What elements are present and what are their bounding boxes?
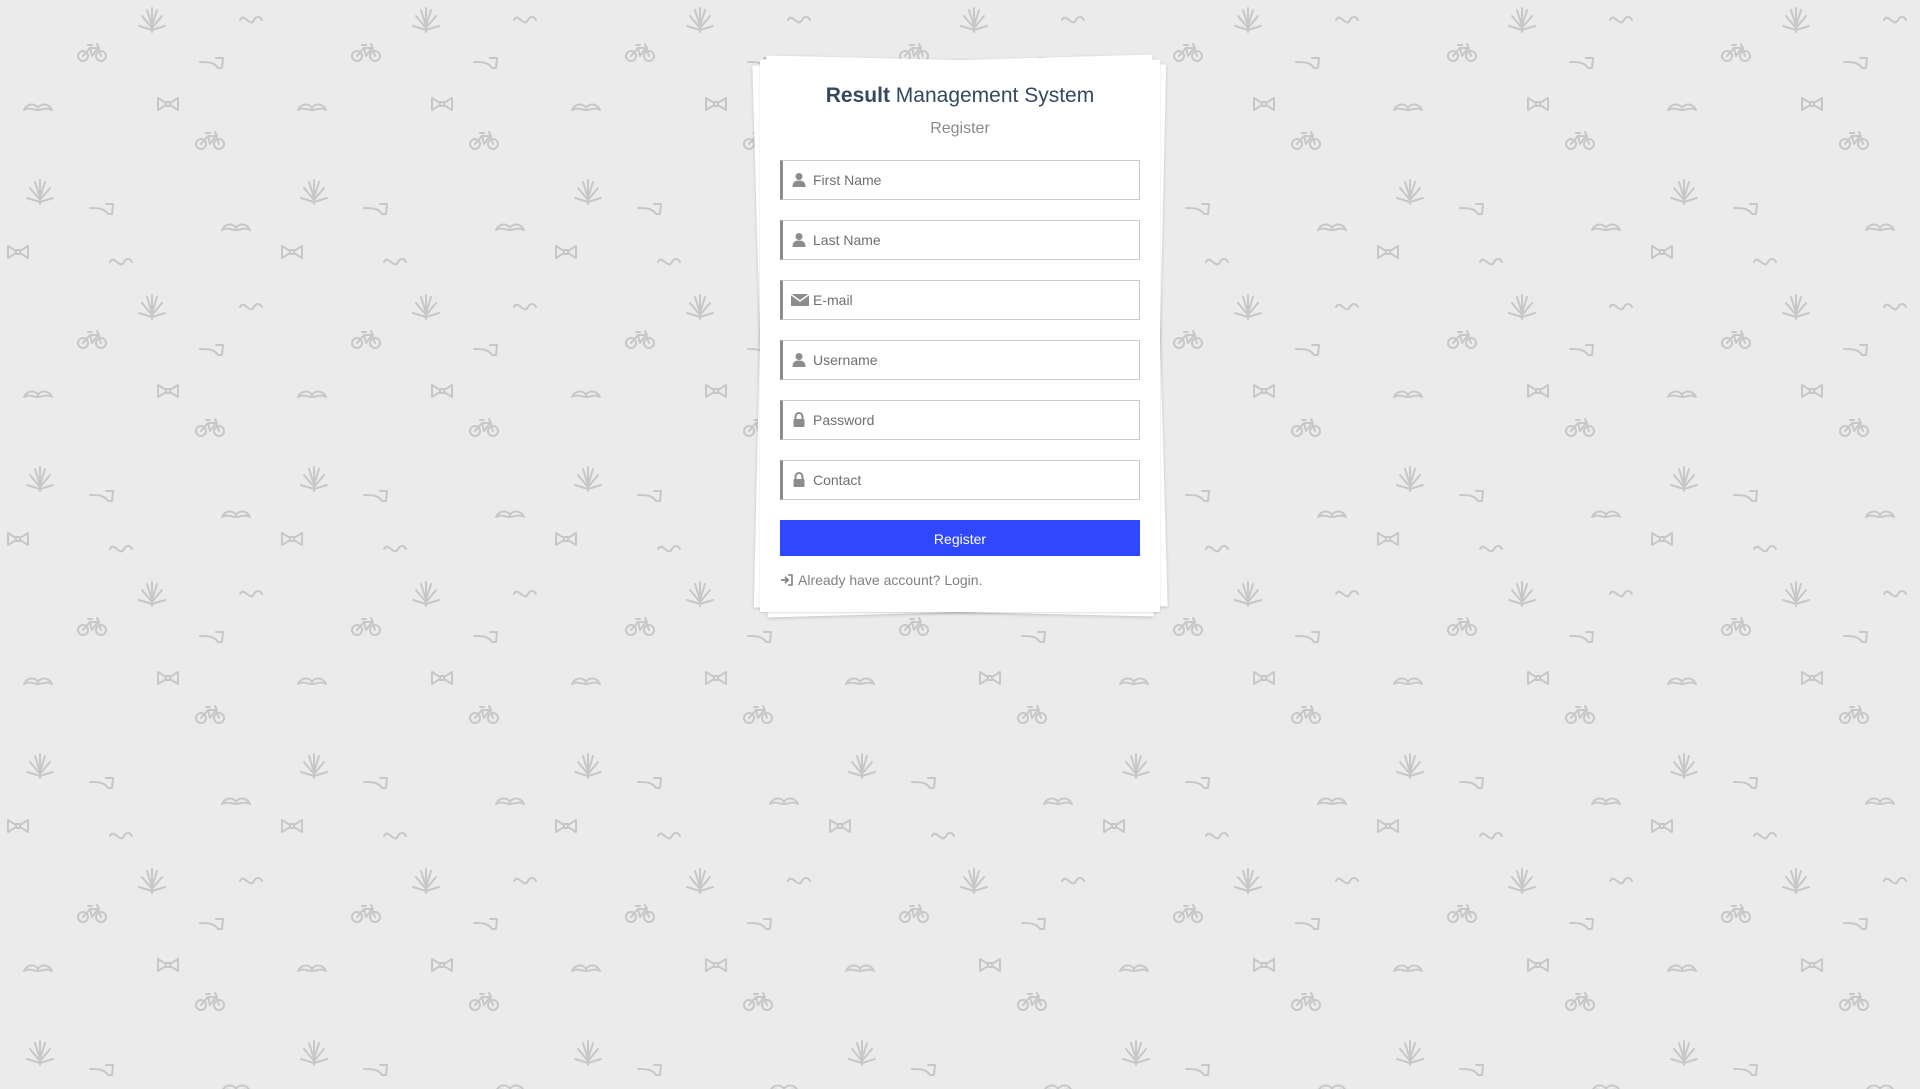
login-link[interactable]: Already have account? Login. [780, 572, 982, 588]
lock-icon [791, 472, 807, 488]
envelope-icon [791, 292, 809, 308]
first-name-input[interactable] [813, 161, 1133, 199]
sign-in-icon [780, 573, 794, 587]
lock-icon [791, 412, 807, 428]
register-form: Result Management System Register First … [760, 60, 1160, 612]
app-title-bold: Result [825, 84, 890, 107]
app-title-rest: Management System [889, 84, 1095, 107]
last-name-field [780, 220, 1140, 260]
email-field [780, 280, 1140, 320]
login-link-text: Already have account? Login. [798, 572, 983, 588]
username-input[interactable] [813, 341, 1133, 379]
user-icon [791, 172, 807, 188]
register-button[interactable]: Register [780, 520, 1140, 556]
register-card: Result Management System Register First … [752, 54, 1168, 618]
password-input[interactable] [813, 401, 1133, 439]
app-title: Result Management System [760, 84, 1160, 108]
user-icon [791, 232, 807, 248]
username-field [780, 340, 1140, 380]
password-field [780, 400, 1140, 440]
last-name-input[interactable] [813, 221, 1133, 259]
email-input[interactable] [813, 281, 1133, 319]
form-subtitle: Register [930, 120, 990, 137]
contact-input[interactable] [813, 461, 1133, 499]
contact-field [780, 460, 1140, 500]
first-name-field [780, 160, 1140, 200]
user-icon [791, 352, 807, 368]
